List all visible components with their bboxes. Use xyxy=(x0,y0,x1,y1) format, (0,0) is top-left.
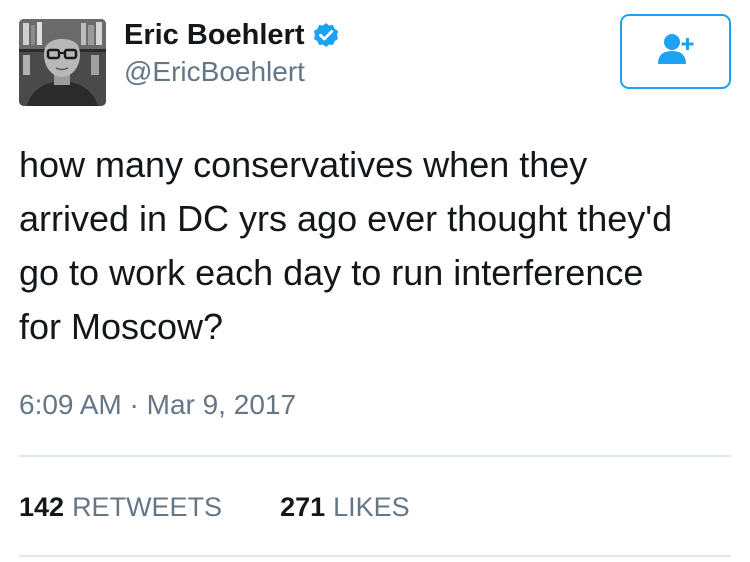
divider xyxy=(19,555,731,557)
tweet-card: Eric Boehlert @EricBoehlert how many con… xyxy=(0,0,750,562)
tweet-timestamp[interactable]: 6:09 AM · Mar 9, 2017 xyxy=(19,388,296,422)
likes-count: 271 xyxy=(280,492,326,522)
user-handle[interactable]: @EricBoehlert xyxy=(124,55,305,89)
add-user-icon xyxy=(656,32,696,71)
name-row: Eric Boehlert xyxy=(124,18,339,52)
likes-label: LIKES xyxy=(333,492,410,522)
avatar-photo xyxy=(19,19,106,106)
retweets-stat[interactable]: 142 RETWEETS xyxy=(19,490,222,524)
display-name[interactable]: Eric Boehlert xyxy=(124,18,305,52)
avatar[interactable] xyxy=(19,19,106,106)
follow-button[interactable] xyxy=(620,14,731,89)
likes-stat[interactable]: 271 LIKES xyxy=(280,490,410,524)
retweets-count: 142 xyxy=(19,492,65,522)
tweet-text: how many conservatives when they arrived… xyxy=(19,144,673,347)
retweets-label: RETWEETS xyxy=(72,492,223,522)
divider xyxy=(19,455,731,457)
tweet-stats: 142 RETWEETS 271 LIKES xyxy=(19,490,410,524)
verified-badge-icon xyxy=(313,22,339,48)
